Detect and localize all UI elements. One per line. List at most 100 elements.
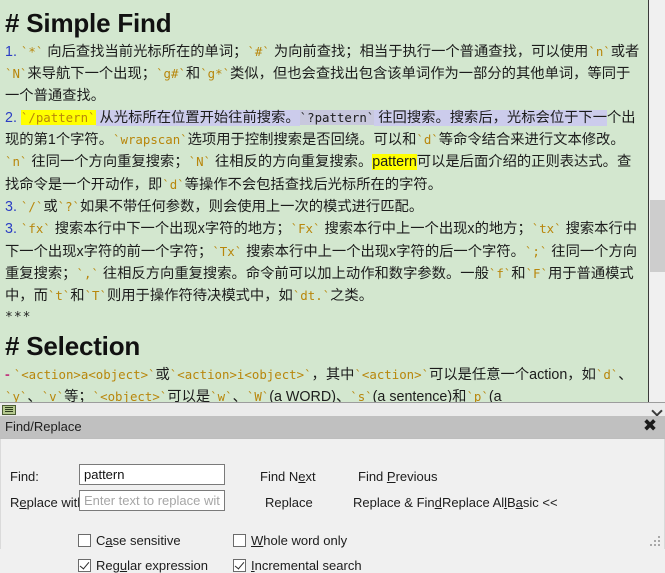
checkbox-box[interactable] (78, 534, 91, 547)
body-text: 搜索本行中下一个出现x字符的地方； (50, 221, 291, 238)
inline-code: `Tx` (212, 243, 243, 259)
inline-code: `d` (416, 132, 439, 148)
basic-toggle-button[interactable]: Basic << (507, 495, 558, 510)
list-marker: 3. (5, 199, 17, 216)
horizontal-rule-marker: *** (5, 309, 32, 325)
status-strip (0, 402, 665, 416)
replace-with-label: Replace with: (10, 495, 89, 510)
inline-code: `*` (20, 44, 44, 59)
replace-and-find-button[interactable]: Replace & Find (353, 495, 442, 510)
replace-button[interactable]: Replace (265, 495, 313, 510)
list-item-1: 1. `*` 向后查找当前光标所在的单词；`#` 为向前查找；相当于执行一个普通… (5, 41, 644, 107)
list-item-2: 2. `/pattern` 从光标所在位置开始往前搜索。`?pattern` 往… (5, 107, 644, 196)
inline-code: `wrapscan` (113, 132, 188, 148)
inline-code: `dt.` (292, 288, 331, 304)
inline-code: `<action>` (354, 366, 430, 382)
body-text: 向后查找当前光标所在的单词； (43, 44, 248, 60)
body-text: 和 (70, 288, 85, 305)
find-next-button[interactable]: Find Next (260, 469, 316, 484)
body-text: 和 (185, 66, 201, 83)
checkbox-label: Regular expression (96, 558, 209, 573)
inline-code: `n` (588, 44, 611, 59)
dialog-titlebar[interactable]: Find/Replace ✖ (0, 416, 665, 439)
editor-vertical-scrollbar[interactable] (648, 0, 665, 414)
dialog-title: Find/Replace (5, 419, 82, 434)
inline-code: `T` (84, 288, 107, 304)
checkbox-label: Case sensitive (96, 533, 181, 548)
inline-code: `;` (524, 243, 548, 259)
body-text: 或 (43, 199, 58, 216)
selected-text: 从光标所在位置开始往前搜索。 (95, 109, 300, 126)
inline-code: `?` (57, 199, 80, 215)
inline-code-match: `/pattern` (20, 109, 96, 125)
body-text: 和 (511, 265, 526, 282)
inline-code: `f` (488, 265, 512, 281)
checkbox-case-sensitive[interactable]: Case sensitive (78, 533, 181, 548)
body-text: 则用于操作符待决模式中，如 (106, 288, 293, 305)
body-text: 来导航下一个出现； (27, 66, 157, 83)
body-text: 或者 (610, 44, 640, 60)
body-text: 往相反方向重复搜索。命令前可以加上动作和数字参数。一般 (98, 265, 489, 282)
checkbox-incremental-search[interactable]: Incremental search (233, 558, 362, 573)
find-label: Find: (10, 469, 39, 484)
inline-code: `,` (76, 265, 99, 281)
document-icon (2, 405, 16, 415)
checkbox-whole-word-only[interactable]: Whole word only (233, 533, 347, 548)
scrollbar-thumb[interactable] (650, 200, 665, 272)
inline-code: `t` (47, 288, 71, 304)
inline-code: `N` (188, 154, 212, 170)
checkbox-label: Incremental search (251, 558, 362, 573)
chevron-down-icon[interactable] (649, 404, 663, 416)
list-marker: 1. (5, 44, 17, 60)
body-text: 等命令结合来进行文本修改。 (438, 132, 625, 149)
body-text: 可以是任意一个action，如 (429, 366, 596, 383)
list-marker: - (5, 366, 10, 383)
inline-code: `N` (5, 66, 28, 82)
body-text: 选项用于控制搜索是否回绕。可以和 (187, 132, 417, 149)
chevron-down-glyph (652, 406, 661, 415)
markdown-text-content[interactable]: # Simple Find 1. `*` 向后查找当前光标所在的单词；`#` 为… (0, 0, 648, 414)
find-previous-button[interactable]: Find Previous (358, 469, 438, 484)
close-icon[interactable]: ✖ (641, 417, 659, 436)
selected-text: 往回搜索。搜索后，光标会位于下一 (374, 109, 608, 126)
inline-code: `Fx` (290, 221, 321, 237)
body-text: 等操作不会包括查找后光标所在的字符。 (184, 176, 442, 193)
inline-code: `g*` (200, 66, 231, 82)
find-input[interactable] (79, 464, 225, 485)
inline-code: `#` (247, 44, 270, 59)
inline-code: `<action>i<object>` (169, 366, 312, 382)
checkbox-box[interactable] (78, 559, 91, 572)
body-text: 、 (618, 366, 633, 383)
list-item-3: 3. `/`或`?`如果不带任何参数，则会使用上一次的模式进行匹配。 (5, 196, 644, 218)
inline-code: `g#` (156, 66, 186, 82)
heading-simple-find: # Simple Find (5, 8, 172, 38)
inline-code: `d` (162, 176, 185, 192)
replace-all-button[interactable]: Replace All (442, 495, 507, 510)
dialog-body: Find: Find Next Find Previous Replace wi… (0, 439, 665, 573)
body-text: 为向前查找；相当于执行一个普通查找，可以使用 (269, 44, 589, 60)
body-text: ，其中 (311, 366, 355, 383)
checkbox-box[interactable] (233, 559, 246, 572)
checkbox-regular-expression[interactable]: Regular expression (78, 558, 208, 573)
body-text: 或 (155, 366, 170, 383)
checkbox-label: Whole word only (251, 533, 348, 548)
checkbox-box[interactable] (233, 534, 246, 547)
replace-input[interactable] (79, 490, 225, 511)
body-text: 往相反的方向重复搜索。 (211, 154, 373, 171)
inline-code: `tx` (531, 221, 562, 237)
body-text: 如果不带任何参数，则会使用上一次的模式进行匹配。 (80, 199, 424, 216)
resize-grip[interactable] (650, 536, 662, 548)
list-marker: 3. (5, 221, 17, 238)
inline-code: `<action>a<object>` (13, 366, 156, 382)
inline-code-selected: `?pattern` (299, 109, 375, 125)
inline-code: `fx` (20, 221, 51, 237)
editor-pane[interactable]: # Simple Find 1. `*` 向后查找当前光标所在的单词；`#` 为… (0, 0, 665, 414)
list-marker: 2. (5, 109, 17, 126)
body-text: 搜索本行中上一个出现x字符的后一个字符。 (242, 243, 525, 260)
inline-code: `F` (525, 265, 548, 281)
heading-selection: # Selection (5, 330, 141, 361)
inline-code: `n` (5, 154, 28, 170)
inline-code: `d` (595, 366, 619, 382)
inline-code: `/` (20, 199, 44, 215)
body-text: 往同一个方向重复搜索； (27, 154, 189, 171)
